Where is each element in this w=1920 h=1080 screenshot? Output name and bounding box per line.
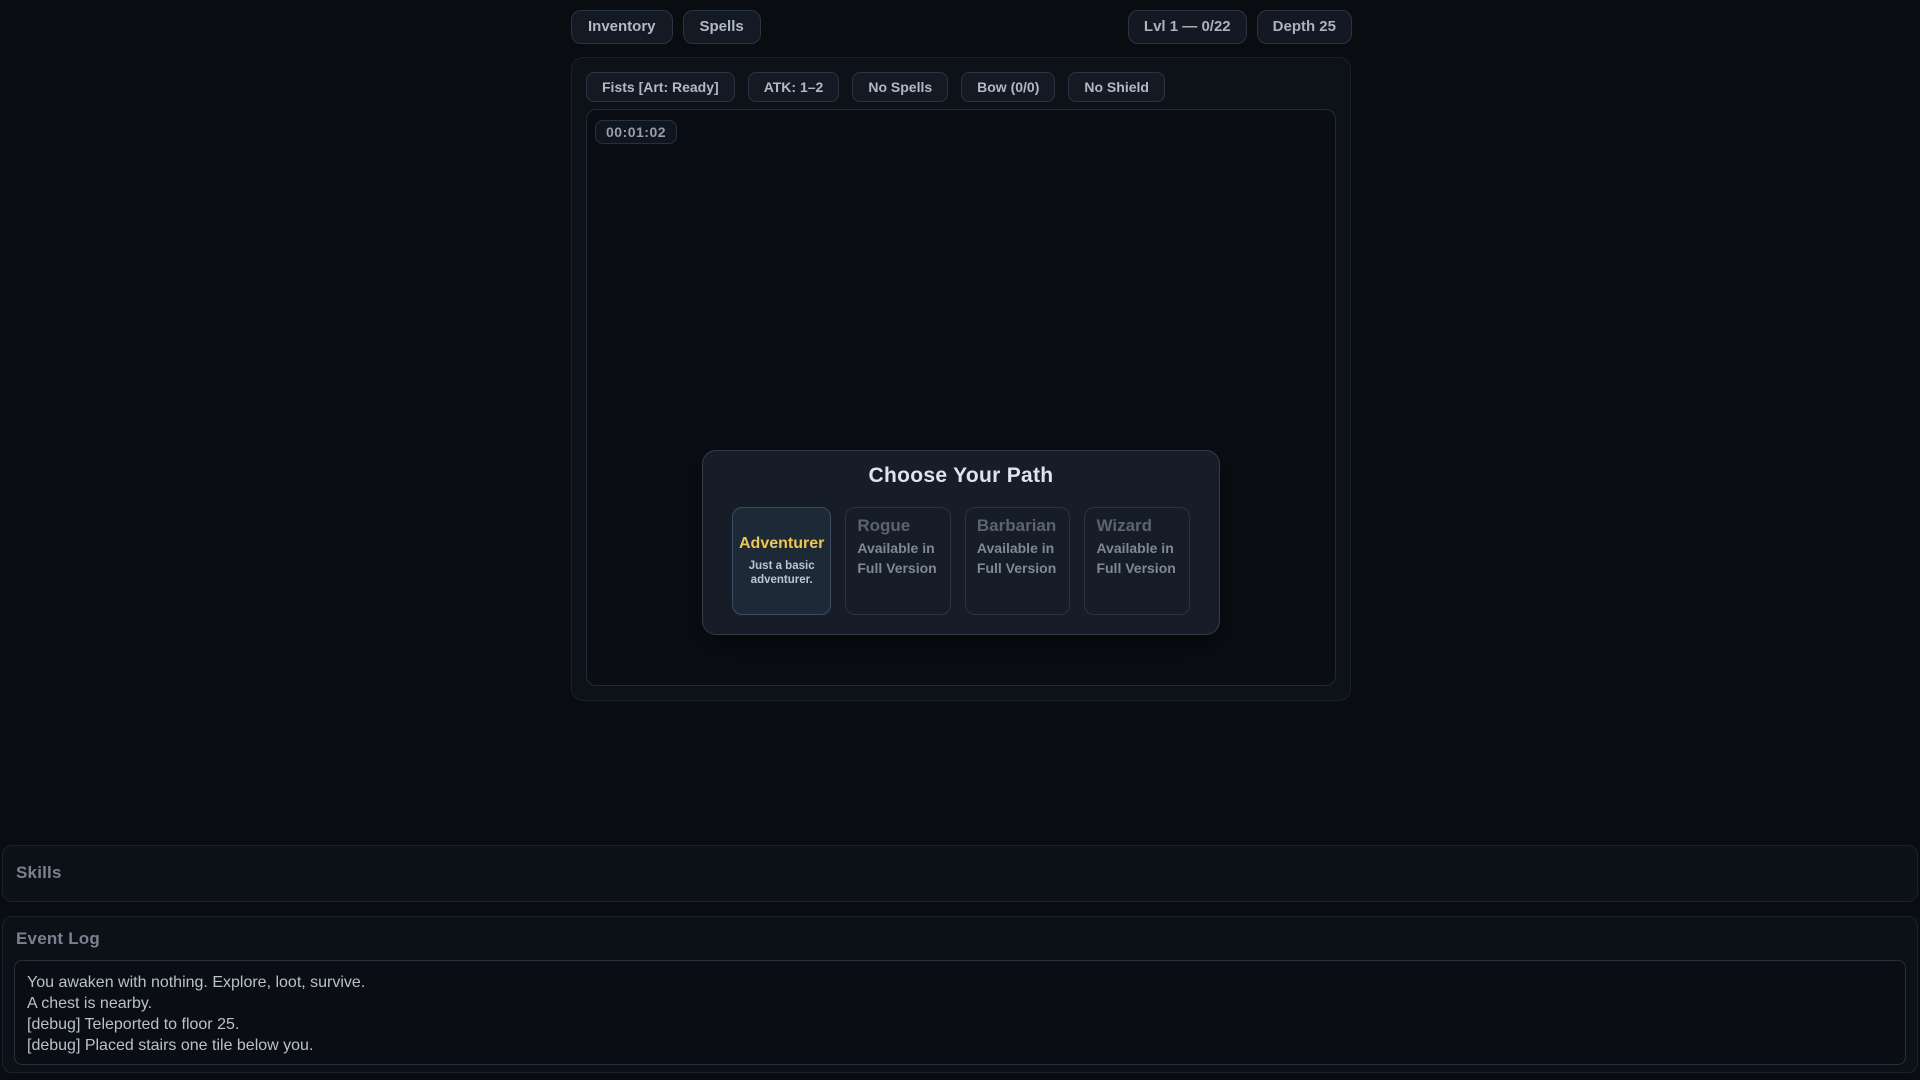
class-card-barbarian[interactable]: Barbarian Available in Full Version	[965, 507, 1071, 615]
depth-badge: Depth 25	[1257, 10, 1352, 44]
log-entry: A chest is nearby.	[27, 993, 1891, 1014]
game-viewport[interactable]: 00:01:02 Choose Your Path Adventurer Jus…	[586, 109, 1336, 686]
class-card-adventurer[interactable]: Adventurer Just a basic adventurer.	[732, 507, 831, 615]
class-card-description: Available in Full Version	[1096, 538, 1178, 578]
event-log-heading: Event Log	[14, 929, 1906, 949]
log-entry: [debug] Teleported to floor 25.	[27, 1014, 1891, 1035]
modal-title: Choose Your Path	[703, 464, 1219, 488]
class-card-title: Rogue	[857, 516, 939, 536]
top-bar-right-group: Lvl 1 — 0/22 Depth 25	[1128, 10, 1352, 44]
top-bar: Inventory Spells Lvl 1 — 0/22 Depth 25	[571, 10, 1352, 44]
attack-stat-button[interactable]: ATK: 1–2	[748, 72, 840, 102]
skills-heading: Skills	[16, 863, 1917, 883]
equipment-bar: Fists [Art: Ready] ATK: 1–2 No Spells Bo…	[586, 72, 1336, 102]
class-card-rogue[interactable]: Rogue Available in Full Version	[845, 507, 951, 615]
class-card-row: Adventurer Just a basic adventurer. Rogu…	[703, 507, 1219, 615]
log-entry: [debug] Placed stairs one tile below you…	[27, 1035, 1891, 1056]
event-log-box[interactable]: You awaken with nothing. Explore, loot, …	[14, 960, 1906, 1065]
choose-path-modal: Choose Your Path Adventurer Just a basic…	[702, 450, 1220, 635]
game-timer: 00:01:02	[595, 120, 677, 144]
event-log-panel: Event Log You awaken with nothing. Explo…	[2, 916, 1918, 1073]
class-card-description: Just a basic adventurer.	[747, 559, 817, 587]
game-panel: Fists [Art: Ready] ATK: 1–2 No Spells Bo…	[571, 57, 1351, 701]
inventory-button[interactable]: Inventory	[571, 10, 673, 44]
top-bar-left-group: Inventory Spells	[571, 10, 761, 44]
bow-slot-button[interactable]: Bow (0/0)	[961, 72, 1055, 102]
skills-panel: Skills	[2, 845, 1918, 902]
shield-slot-button[interactable]: No Shield	[1068, 72, 1165, 102]
class-card-description: Available in Full Version	[977, 538, 1059, 578]
class-card-title: Barbarian	[977, 516, 1059, 536]
weapon-button[interactable]: Fists [Art: Ready]	[586, 72, 735, 102]
class-card-title: Adventurer	[739, 535, 824, 553]
log-entry: You awaken with nothing. Explore, loot, …	[27, 972, 1891, 993]
spells-button[interactable]: Spells	[683, 10, 761, 44]
class-card-title: Wizard	[1096, 516, 1178, 536]
spells-slot-button[interactable]: No Spells	[852, 72, 948, 102]
level-xp-badge: Lvl 1 — 0/22	[1128, 10, 1247, 44]
class-card-wizard[interactable]: Wizard Available in Full Version	[1084, 507, 1190, 615]
class-card-description: Available in Full Version	[857, 538, 939, 578]
